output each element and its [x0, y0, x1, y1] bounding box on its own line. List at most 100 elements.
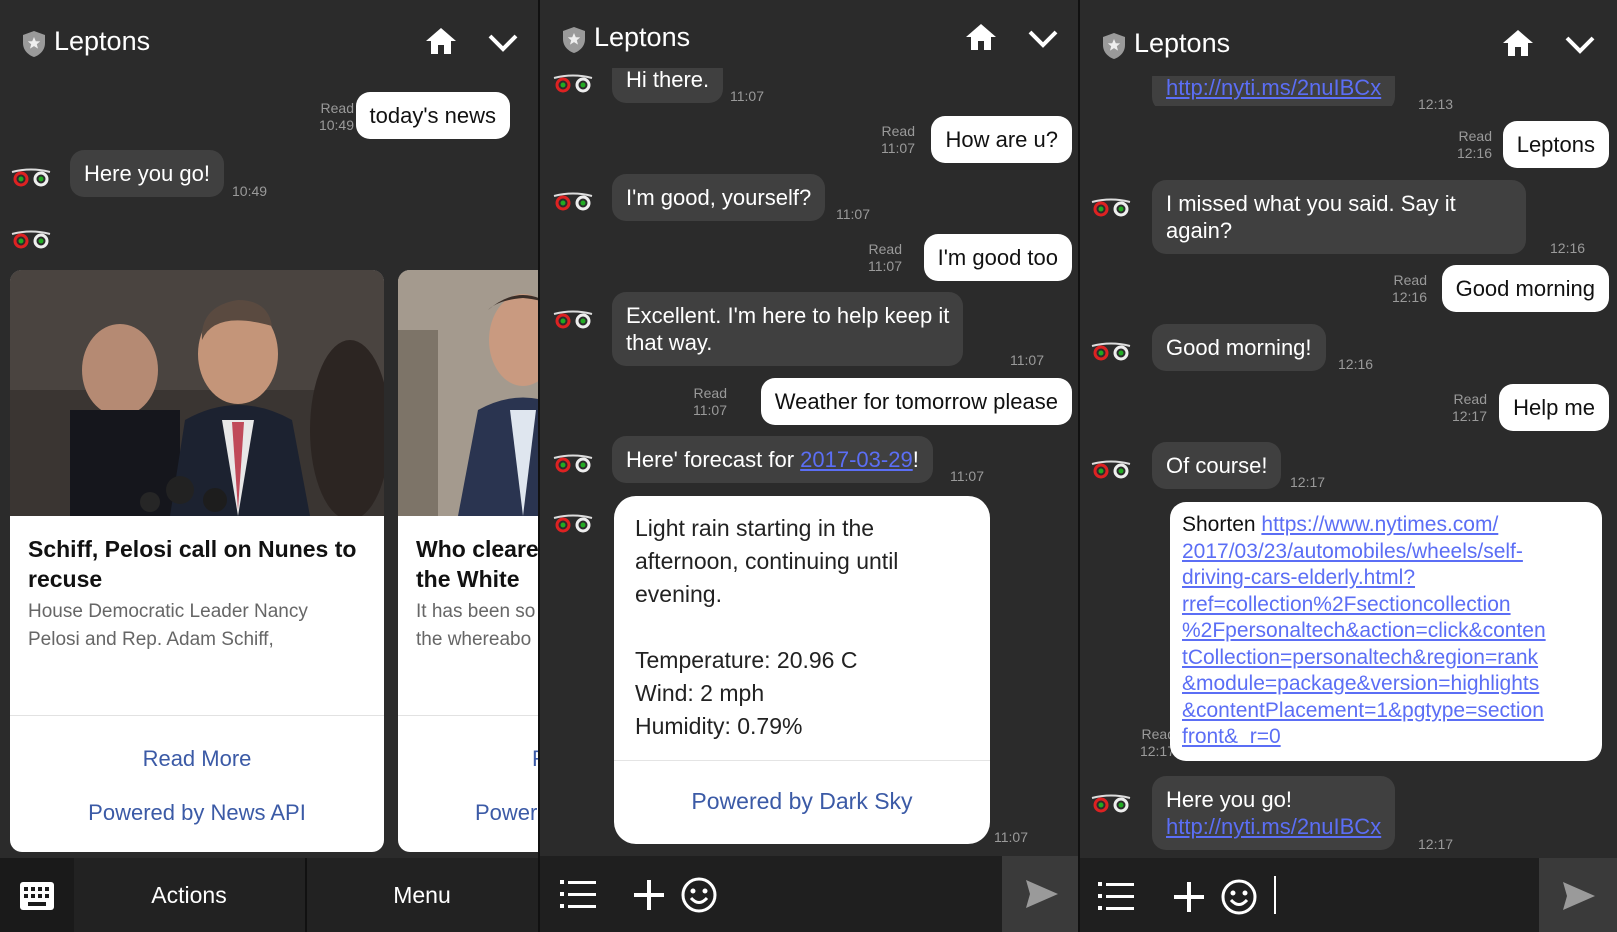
send-button[interactable]: [1002, 856, 1080, 932]
message-time: 11:07: [836, 206, 870, 222]
send-icon: [1026, 880, 1058, 908]
user-message: today's news: [355, 92, 510, 139]
bot-avatar-icon: [1091, 198, 1131, 217]
user-message: Leptons: [1502, 121, 1609, 168]
emoji-icon[interactable]: [1220, 878, 1258, 916]
weather-details: Temperature: 20.96 C Wind: 2 mph Humidity:…: [635, 647, 858, 739]
bot-message: Here you go!: [70, 150, 224, 197]
message-time: 10:49: [232, 183, 268, 199]
emoji-icon[interactable]: [680, 876, 718, 914]
bot-avatar-icon: [553, 514, 593, 533]
read-receipt: Read 11:07: [868, 241, 902, 274]
read-receipt: Read 11:07: [693, 385, 727, 418]
card-divider: [398, 715, 540, 716]
read-receipt: Read 12:17: [1451, 391, 1487, 424]
short-link[interactable]: http://nyti.ms/2nuIBCx: [1166, 76, 1381, 100]
home-icon[interactable]: [1501, 26, 1535, 60]
keyboard-icon: [20, 882, 54, 910]
footer-divider: [305, 858, 307, 932]
bot-avatar-icon: [553, 192, 593, 211]
shield-icon: [23, 31, 45, 57]
actions-button[interactable]: Actions: [76, 858, 302, 932]
message-time: 12:17: [1418, 836, 1454, 852]
chat-panel-shorten: Leptons http://nyti.ms/2nuIBCx 12:13 Rea…: [1080, 0, 1617, 932]
read-more-button[interactable]: Read More: [10, 746, 384, 772]
user-message: How are u?: [931, 116, 1072, 163]
message-time: 12:16: [1550, 240, 1586, 256]
bot-message: Hi there.: [612, 68, 724, 103]
user-message: Shorten https://www.nytimes.com/2017/03/…: [1170, 502, 1602, 761]
message-input-bar: [540, 856, 1080, 932]
bot-message: Good morning!: [1152, 324, 1326, 371]
bot-avatar-icon: [11, 230, 51, 249]
text-cursor[interactable]: [1274, 876, 1276, 914]
news-description: It has been so the whereabo: [416, 601, 536, 650]
app-header: Leptons: [540, 0, 1080, 76]
bot-message: Excellent. I'm here to help keep it that …: [612, 292, 964, 366]
user-message: Good morning: [1441, 265, 1609, 312]
weather-card: Light rain starting in the afternoon, con…: [614, 496, 990, 844]
scroll-clip: Hi there.: [540, 68, 1080, 108]
read-receipt: Read 11:07: [881, 123, 915, 156]
chevron-down-icon[interactable]: [486, 30, 520, 54]
bot-avatar-icon: [1091, 342, 1131, 361]
bot-avatar-icon: [553, 74, 593, 93]
message-time: 11:07: [950, 468, 984, 484]
home-icon[interactable]: [424, 24, 458, 58]
keyboard-toggle-button[interactable]: [0, 858, 74, 932]
app-title: Leptons: [594, 22, 691, 52]
news-headline: Who cleared the White: [416, 536, 540, 592]
scroll-clip: http://nyti.ms/2nuIBCx: [1080, 76, 1617, 106]
bot-message: Here you go! http://nyti.ms/2nuIBCx: [1152, 776, 1396, 850]
user-message: Weather for tomorrow please: [760, 378, 1072, 425]
chat-panel-news: Leptons Read 10:49 today's news Here you …: [0, 0, 540, 932]
bot-message: Here' forecast for 2017-03-29!: [612, 436, 933, 483]
news-card[interactable]: Schiff, Pelosi call on Nunes to recuse Ho…: [10, 270, 384, 852]
app-title: Leptons: [54, 26, 151, 56]
home-icon[interactable]: [964, 20, 998, 54]
shield-icon: [1103, 33, 1125, 59]
card-divider: [614, 760, 990, 761]
chevron-down-icon[interactable]: [1563, 32, 1597, 56]
bot-avatar-icon: [553, 454, 593, 473]
message-time: 11:07: [994, 829, 1028, 845]
bot-avatar-icon: [11, 168, 51, 187]
news-card[interactable]: Who cleared the White It has been so the w…: [398, 270, 540, 852]
news-headline: Schiff, Pelosi call on Nunes to recuse: [28, 536, 357, 592]
message-time: 11:07: [1010, 352, 1044, 368]
menu-button[interactable]: Menu: [308, 858, 536, 932]
user-message: I'm good too: [923, 234, 1072, 281]
short-link[interactable]: http://nyti.ms/2nuIBCx: [1166, 813, 1381, 840]
bot-message: I missed what you said. Say it again?: [1152, 180, 1526, 254]
read-receipt: Read 10:49: [318, 100, 354, 133]
menu-list-icon[interactable]: [560, 878, 596, 910]
chevron-down-icon[interactable]: [1026, 26, 1060, 50]
powered-by-news-api-link[interactable]: Powered by News API: [10, 800, 384, 826]
message-time: 11:07: [730, 88, 764, 104]
plus-icon[interactable]: [1172, 880, 1206, 914]
powered-by-news-api-link[interactable]: Power: [475, 800, 540, 826]
menu-list-icon[interactable]: [1098, 880, 1134, 912]
app-header: Leptons: [0, 0, 540, 80]
bot-message: Of course!: [1152, 442, 1282, 489]
plus-icon[interactable]: [632, 878, 666, 912]
bot-avatar-icon: [553, 310, 593, 329]
news-photo: [398, 270, 540, 516]
card-divider: [10, 715, 384, 716]
bottom-action-bar: Actions Menu: [0, 858, 540, 932]
message-time: 12:13: [1418, 96, 1454, 112]
send-icon: [1563, 882, 1595, 910]
date-link[interactable]: 2017-03-29: [800, 447, 913, 472]
message-input-bar: [1080, 858, 1617, 932]
message-time: 12:17: [1290, 474, 1326, 490]
user-message: Help me: [1499, 384, 1609, 431]
bot-avatar-icon: [1091, 794, 1131, 813]
send-button[interactable]: [1539, 858, 1617, 932]
long-url-link[interactable]: https://www.nytimes.com/2017/03/23/autom…: [1182, 513, 1546, 748]
message-time: 12:16: [1338, 356, 1374, 372]
app-title: Leptons: [1134, 28, 1231, 58]
app-header: Leptons: [1080, 2, 1617, 82]
read-receipt: Read 12:16: [1391, 272, 1427, 305]
powered-by-dark-sky-link[interactable]: Powered by Dark Sky: [614, 788, 990, 815]
bot-message: http://nyti.ms/2nuIBCx: [1152, 76, 1396, 106]
